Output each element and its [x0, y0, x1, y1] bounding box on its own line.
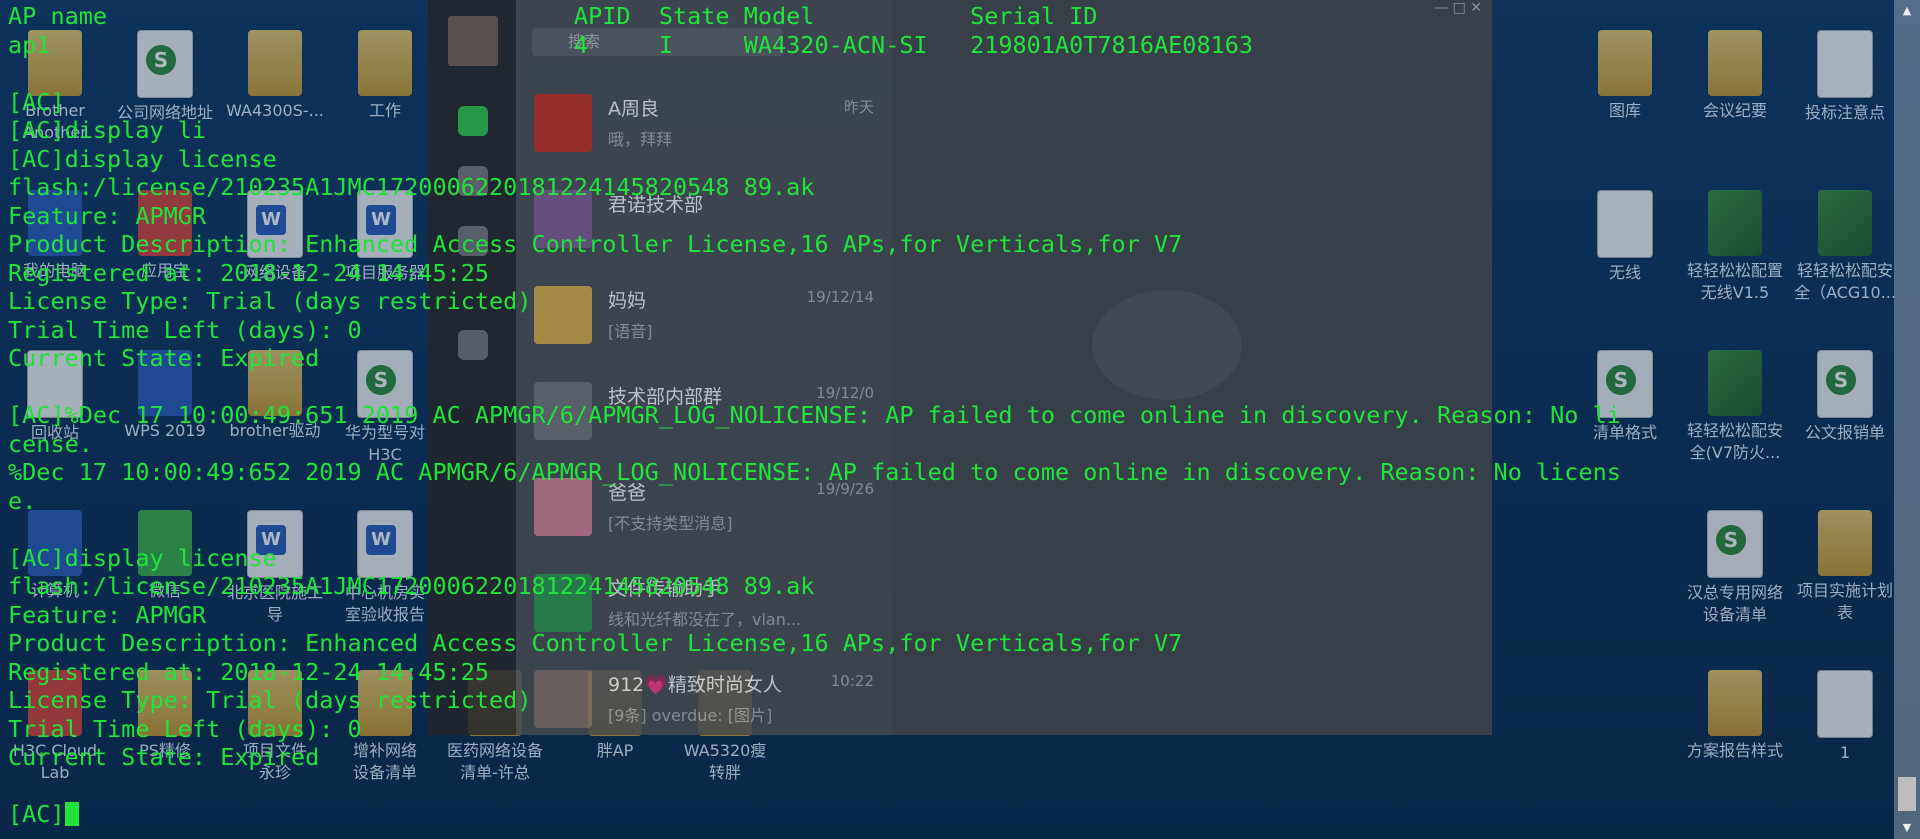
- terminal-scrollbar[interactable]: ▲ ▼: [1894, 0, 1920, 839]
- terminal-line: flash:/license/210235A1JMC17200062201812…: [8, 173, 815, 201]
- terminal-window[interactable]: AP name APID State Model Serial ID ap1 4 …: [0, 0, 1920, 839]
- scroll-thumb[interactable]: [1898, 777, 1916, 811]
- scroll-up-icon[interactable]: ▲: [1900, 4, 1914, 18]
- terminal-line: ap1 4 I WA4320-ACN-SI 219801A0T7816AE081…: [8, 30, 1254, 59]
- terminal-line: [AC]display license: [8, 144, 277, 173]
- terminal-line: Feature: APMGR: [8, 600, 207, 629]
- terminal-line: Current State: Expired: [8, 344, 320, 372]
- terminal-cursor: [64, 802, 79, 826]
- terminal-line: Registered at: 2018-12-24 14:45:25: [8, 657, 490, 686]
- terminal-line: %Dec 17 10:00:49:652 2019 AC APMGR/6/APM…: [8, 458, 1621, 486]
- terminal-line: License Type: Trial (days restricted): [8, 287, 532, 315]
- terminal-line: Trial Time Left (days): 0: [8, 714, 362, 743]
- terminal-line: Feature: APMGR: [8, 201, 207, 230]
- terminal-line: [AC]display license: [8, 543, 277, 572]
- terminal-line: cense.: [8, 429, 93, 458]
- terminal-line: Trial Time Left (days): 0: [8, 315, 362, 344]
- terminal-line: e.: [8, 486, 37, 515]
- terminal-line: flash:/license/210235A1JMC17200062201812…: [8, 572, 815, 600]
- terminal-line: Registered at: 2018-12-24 14:45:25: [8, 258, 490, 287]
- terminal-line: [AC]display li: [8, 116, 207, 144]
- terminal-line: Current State: Expired: [8, 743, 320, 771]
- terminal-line: [AC]: [8, 87, 65, 116]
- terminal-line: License Type: Trial (days restricted): [8, 686, 532, 714]
- terminal-line: [AC]%Dec 17 10:00:49:651 2019 AC APMGR/6…: [8, 401, 1621, 429]
- terminal-output: AP name APID State Model Serial ID ap1 4 …: [8, 2, 1621, 829]
- terminal-line: Product Description: Enhanced Access Con…: [8, 230, 1183, 258]
- scroll-down-icon[interactable]: ▼: [1900, 821, 1914, 835]
- terminal-line: AP name APID State Model Serial ID: [8, 2, 1098, 30]
- terminal-line: Product Description: Enhanced Access Con…: [8, 629, 1183, 657]
- terminal-line: [AC]: [8, 800, 1621, 829]
- desktop-screen: Brother Another公司网络地址WA4300S-...工作我的电脑应用…: [0, 0, 1920, 839]
